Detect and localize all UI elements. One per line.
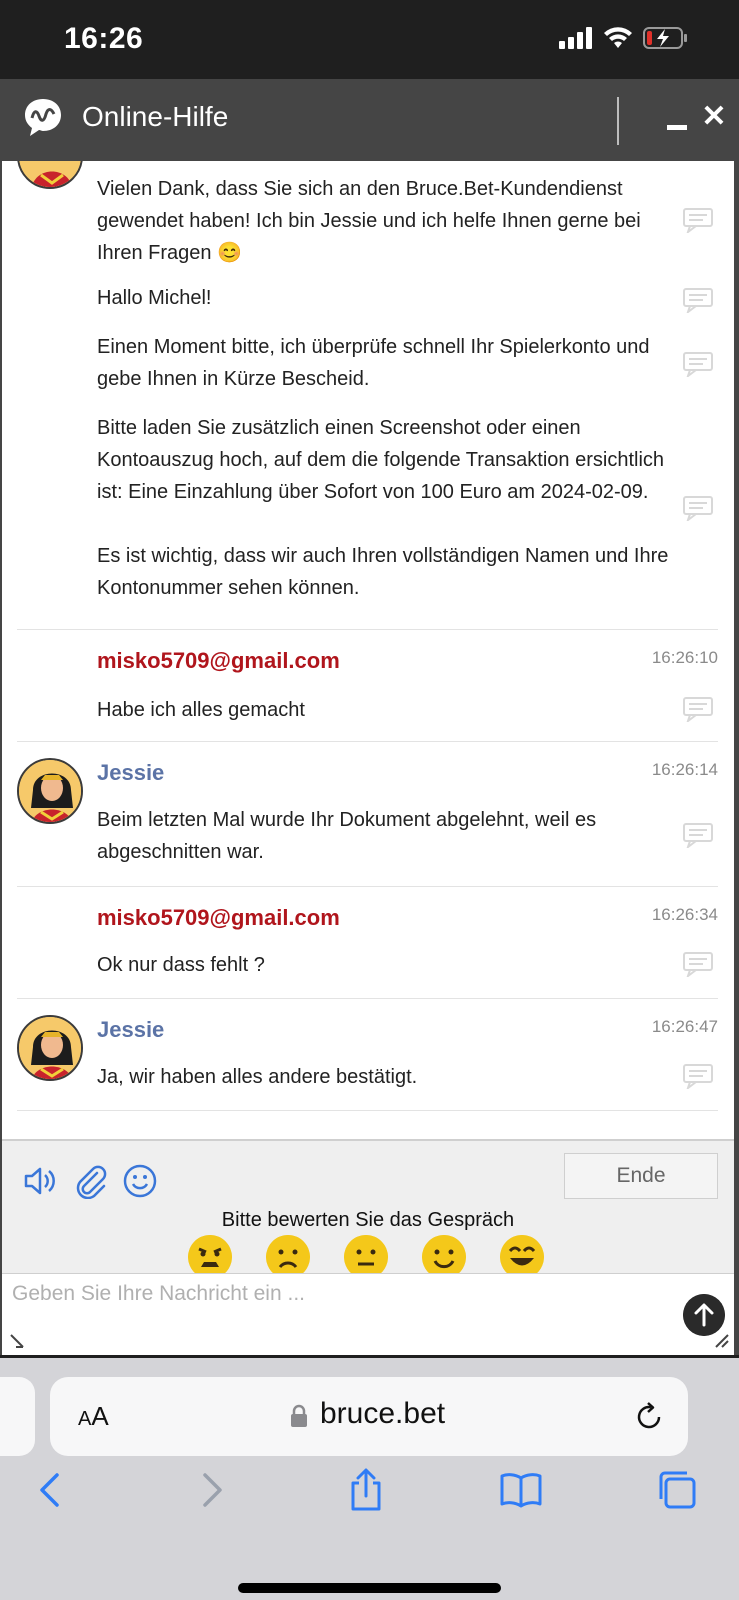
minimize-button[interactable] bbox=[664, 101, 690, 135]
frame-border-right bbox=[734, 161, 739, 1355]
home-indicator[interactable] bbox=[238, 1583, 501, 1593]
resize-handle-left-icon[interactable] bbox=[10, 1334, 24, 1348]
message-text: Hallo Michel! bbox=[97, 287, 212, 309]
address-bar[interactable]: AA bruce.bet bbox=[50, 1377, 688, 1456]
avatar bbox=[17, 758, 83, 824]
text-size-button[interactable]: AA bbox=[78, 1401, 109, 1432]
resize-handle-right-icon[interactable] bbox=[715, 1334, 729, 1348]
sender-name: Jessie bbox=[97, 1017, 165, 1042]
message-text: Habe ich alles gemacht bbox=[97, 699, 305, 721]
message-bubble-icon bbox=[683, 697, 713, 722]
forward-icon[interactable] bbox=[188, 1468, 232, 1512]
message-time: 16:26:14 bbox=[651, 760, 718, 779]
back-icon[interactable] bbox=[30, 1468, 74, 1512]
message-text: Beim letzten Mal wurde Ihr Dokument abge… bbox=[97, 809, 597, 863]
message-input[interactable] bbox=[2, 1274, 734, 1356]
share-icon[interactable] bbox=[344, 1468, 388, 1512]
close-button[interactable]: ✕ bbox=[700, 99, 728, 135]
status-icons bbox=[559, 26, 689, 50]
avatar bbox=[17, 1015, 83, 1081]
reload-icon[interactable] bbox=[633, 1401, 665, 1433]
chat-title: Online-Hilfe bbox=[82, 101, 229, 132]
attachment-icon[interactable] bbox=[73, 1163, 109, 1199]
url-text: bruce.bet bbox=[320, 1397, 446, 1430]
previous-tab-preview[interactable] bbox=[0, 1377, 35, 1456]
message-bubble-icon bbox=[683, 288, 713, 313]
message-group: misko5709@gmail.com 16:26:34 Ok nur dass… bbox=[17, 887, 718, 999]
message-text: Es ist wichtig, dass wir auch Ihren voll… bbox=[97, 545, 669, 599]
wifi-icon bbox=[604, 27, 632, 48]
emoji-icon[interactable] bbox=[122, 1163, 158, 1199]
avatar bbox=[17, 161, 83, 189]
rating-prompt: Bitte bewerten Sie das Gespräch bbox=[221, 1209, 515, 1231]
message-bubble-icon bbox=[683, 1064, 713, 1089]
cellular-signal-icon bbox=[559, 27, 592, 49]
message-text: Einen Moment bitte, ich überprüfe schnel… bbox=[97, 336, 650, 390]
end-chat-button[interactable]: Ende bbox=[564, 1153, 718, 1199]
message-text: Bitte laden Sie zusätzlich einen Screens… bbox=[97, 417, 665, 503]
message-input-area bbox=[2, 1273, 734, 1356]
message-group: Jessie 16:26:47 Ja, wir haben alles ande… bbox=[17, 999, 718, 1111]
message-group: Jessie 16:26:14 Beim letzten Mal wurde I… bbox=[17, 742, 718, 887]
chat-toolbar: Ende Bitte bewerten Sie das Gespräch bbox=[2, 1139, 734, 1279]
send-button[interactable] bbox=[683, 1294, 725, 1336]
status-bar: 16:26 bbox=[0, 0, 739, 79]
message-time: 16:26:34 bbox=[651, 905, 718, 924]
message-bubble-icon bbox=[683, 823, 713, 848]
message-time: 16:26:47 bbox=[651, 1017, 718, 1036]
sound-icon[interactable] bbox=[22, 1163, 58, 1199]
browser-bottom-bar: AA bruce.bet bbox=[0, 1355, 739, 1600]
message-bubble-icon bbox=[683, 208, 713, 233]
message-group: misko5709@gmail.com 16:26:10 Habe ich al… bbox=[17, 630, 718, 742]
message-bubble-icon bbox=[683, 496, 713, 521]
message-text: Ok nur dass fehlt ? bbox=[97, 954, 265, 976]
message-text: Ja, wir haben alles andere bestätigt. bbox=[97, 1066, 418, 1088]
header-divider bbox=[617, 97, 619, 145]
message-text: Vielen Dank, dass Sie sich an den Bruce.… bbox=[97, 178, 641, 264]
message-list[interactable]: Vielen Dank, dass Sie sich an den Bruce.… bbox=[2, 161, 734, 1139]
chat-header: Online-Hilfe ✕ bbox=[0, 79, 739, 161]
sender-name: misko5709@gmail.com bbox=[97, 648, 340, 673]
battery-charging-icon bbox=[643, 27, 687, 49]
screen: 16:26 Online-Hilfe ✕ Vielen Dank, dass S… bbox=[0, 0, 739, 1600]
tabs-icon[interactable] bbox=[655, 1468, 699, 1512]
status-time: 16:26 bbox=[64, 22, 144, 55]
lock-icon bbox=[291, 1404, 307, 1427]
message-group: Vielen Dank, dass Sie sich an den Bruce.… bbox=[17, 161, 718, 630]
chat-logo-icon bbox=[25, 99, 61, 136]
message-bubble-icon bbox=[683, 952, 713, 977]
message-bubble-icon bbox=[683, 352, 713, 377]
sender-name: Jessie bbox=[97, 760, 165, 785]
bookmarks-icon[interactable] bbox=[499, 1468, 543, 1512]
message-time: 16:26:10 bbox=[651, 648, 718, 667]
sender-name: misko5709@gmail.com bbox=[97, 905, 340, 930]
